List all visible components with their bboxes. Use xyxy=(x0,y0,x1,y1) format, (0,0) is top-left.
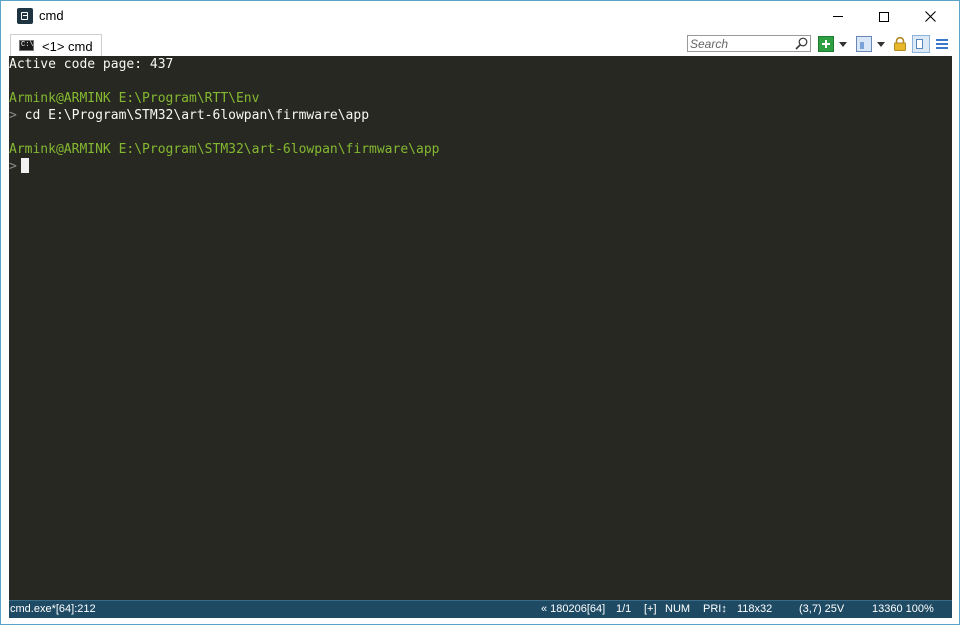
tab-cmd[interactable]: C:\ <1> cmd xyxy=(10,34,102,56)
status-cursor-pos[interactable]: (3,7) 25V xyxy=(799,601,844,618)
prompt-symbol: > xyxy=(9,108,17,123)
status-bar: cmd.exe*[64]:212 « 180206[64] 1/1 [+] NU… xyxy=(9,600,952,618)
console-line-command: > cd E:\Program\STM32\art-6lowpan\firmwa… xyxy=(9,107,369,124)
status-pid-zoom[interactable]: 13360 100% xyxy=(872,601,934,618)
console-line-input[interactable]: > xyxy=(9,158,29,175)
search-box[interactable] xyxy=(687,35,811,52)
status-flags[interactable]: [+] xyxy=(644,601,657,618)
status-numlock[interactable]: NUM xyxy=(665,601,690,618)
console-line-prompt-path: Armink@ARMINK E:\Program\STM32\art-6lowp… xyxy=(9,142,440,157)
app-icon[interactable] xyxy=(17,8,33,24)
console-line-prompt-path: Armink@ARMINK E:\Program\RTT\Env xyxy=(9,91,260,106)
status-priority[interactable]: PRI↕ xyxy=(703,601,727,618)
window-title: cmd xyxy=(39,8,64,23)
tab-label: <1> cmd xyxy=(42,39,93,54)
minimize-button[interactable] xyxy=(815,1,861,32)
panel-toggle-icon[interactable] xyxy=(912,35,930,53)
command-text: cd E:\Program\STM32\art-6lowpan\firmware… xyxy=(24,108,370,123)
menu-icon[interactable] xyxy=(936,39,948,51)
status-process[interactable]: cmd.exe*[64]:212 xyxy=(10,601,96,618)
new-console-icon[interactable] xyxy=(818,36,834,52)
minimize-icon xyxy=(833,16,843,17)
console-icon: C:\ xyxy=(19,40,34,51)
status-console-index[interactable]: 1/1 xyxy=(616,601,631,618)
search-input[interactable] xyxy=(690,36,790,51)
tab-bar: C:\ <1> cmd xyxy=(1,32,959,56)
console-line: Active code page: 437 xyxy=(9,57,174,72)
search-icon[interactable] xyxy=(795,37,808,50)
close-icon xyxy=(924,11,936,22)
title-bar[interactable]: cmd xyxy=(1,1,959,32)
maximize-button[interactable] xyxy=(861,1,907,32)
split-dropdown-icon[interactable] xyxy=(877,42,885,47)
prompt-symbol: > xyxy=(9,159,17,174)
status-build[interactable]: « 180206[64] xyxy=(541,601,605,618)
new-console-dropdown-icon[interactable] xyxy=(839,42,847,47)
close-button[interactable] xyxy=(907,1,953,32)
maximize-icon xyxy=(879,11,889,22)
conemu-window: cmd C:\ <1> cmd Active code page: 437 Ar… xyxy=(0,0,960,625)
console-output[interactable]: Active code page: 437 Armink@ARMINK E:\P… xyxy=(9,56,952,600)
split-view-icon[interactable] xyxy=(856,36,872,52)
lock-icon[interactable] xyxy=(893,37,907,51)
text-cursor xyxy=(20,158,29,173)
status-size[interactable]: 118x32 xyxy=(737,601,772,618)
